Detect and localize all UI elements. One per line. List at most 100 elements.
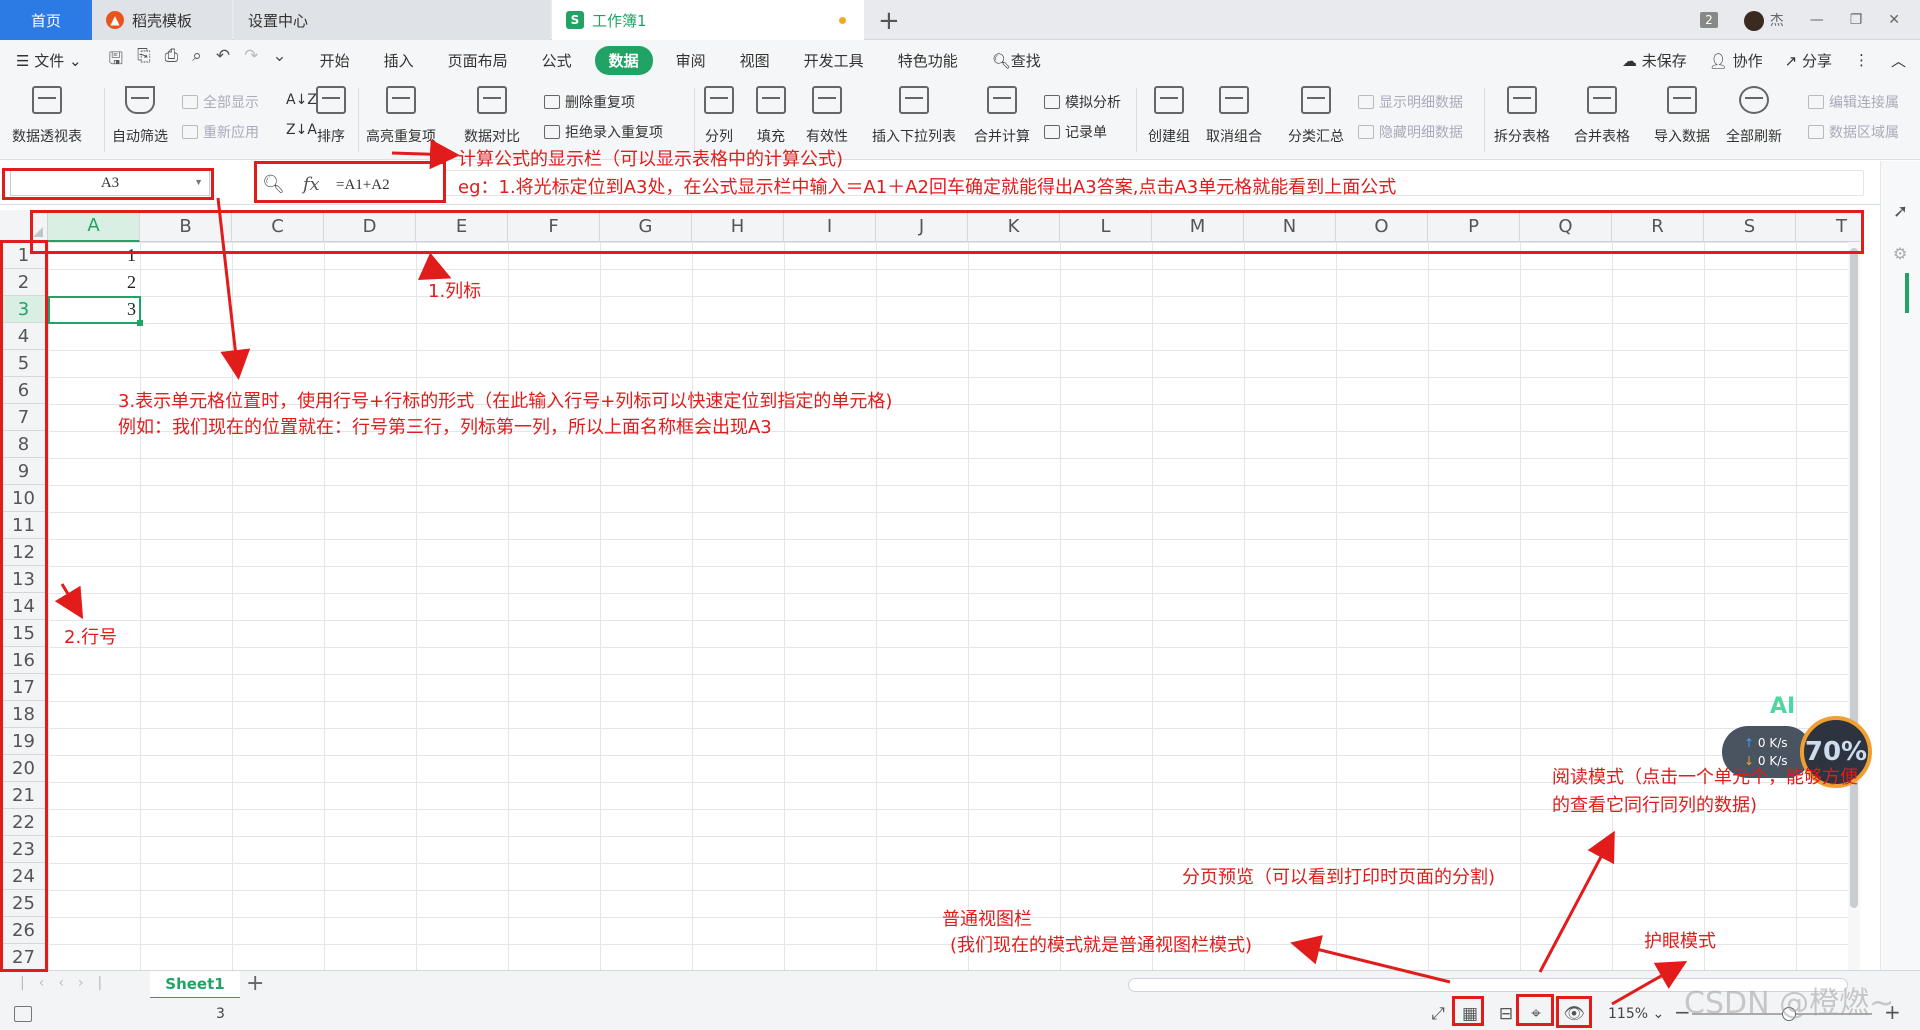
hide-detail-button[interactable]: 隐藏明细数据	[1358, 122, 1463, 142]
consolidate-button[interactable]: 合并计算	[974, 86, 1030, 146]
show-all-button[interactable]: 全部显示	[182, 92, 259, 112]
zoom-level[interactable]: 115% ⌄	[1608, 1006, 1664, 1022]
add-sheet-button[interactable]: +	[246, 971, 264, 996]
ai-badge: AI	[1770, 694, 1796, 719]
split-column-label: 分列	[705, 129, 733, 145]
sort-asc-icon[interactable]: A↓Z	[286, 92, 317, 108]
tab-templates[interactable]: ▲ 稻壳模板	[92, 0, 232, 40]
data-compare-button[interactable]: 数据对比	[464, 86, 520, 146]
merge-table-button[interactable]: 合并表格	[1574, 86, 1630, 146]
settings-slider-icon[interactable]: ⚙	[1893, 244, 1920, 263]
quick-access-toolbar: 🖫 ⎘ ⎙ ⌕ ↶ ↷ ⌄	[109, 46, 287, 75]
new-tab-button[interactable]: +	[878, 6, 900, 36]
share-label: 分享	[1801, 51, 1832, 70]
search-menu[interactable]: 🔍︎查找	[975, 50, 1058, 71]
menu-start[interactable]: 开始	[303, 50, 367, 71]
tab-workbook[interactable]: S 工作簿1	[552, 0, 864, 40]
title-tab-bar: 首页 ▲ 稻壳模板 设置中心 S 工作簿1 + 2 杰 — ❐ ✕	[0, 0, 1920, 40]
ungroup-button[interactable]: 取消组合	[1206, 86, 1262, 146]
collab-button[interactable]: 👤︎ 协作	[1709, 50, 1763, 71]
user-account[interactable]: 杰	[1743, 10, 1784, 31]
save-icon[interactable]: 🖫	[109, 46, 123, 75]
annotation-eye-mode: 护眼模式	[1644, 931, 1716, 952]
menu-developer[interactable]: 开发工具	[787, 50, 881, 71]
annotation-box-normal-view	[1452, 996, 1484, 1026]
more-icon[interactable]: ⋮	[1854, 51, 1869, 69]
share-button[interactable]: ↗ 分享	[1785, 50, 1832, 71]
fill-icon	[756, 86, 786, 114]
tab-templates-label: 稻壳模板	[132, 11, 193, 30]
print-preview-icon[interactable]: ⌕	[192, 46, 202, 75]
show-detail-button[interactable]: 显示明细数据	[1358, 92, 1463, 112]
tab-settings[interactable]: 设置中心	[234, 0, 550, 40]
undo-icon[interactable]: ↶	[216, 46, 230, 75]
import-data-button[interactable]: 导入数据	[1654, 86, 1710, 146]
file-menu[interactable]: ☰ 文件 ⌄	[0, 50, 99, 71]
restore-icon[interactable]: ❐	[1850, 12, 1863, 28]
what-if-button[interactable]: 模拟分析	[1044, 92, 1121, 112]
validity-label: 有效性	[806, 129, 848, 145]
macro-status-icon[interactable]	[14, 1006, 32, 1022]
collab-label: 协作	[1732, 51, 1763, 70]
cell-a2[interactable]: 2	[48, 269, 140, 296]
split-column-button[interactable]: 分列	[704, 86, 734, 146]
tab-home[interactable]: 首页	[0, 0, 92, 40]
status-bar: 3 ⤢ ▦ ⊟ ⌖ 👁︎ 115% ⌄ − +	[0, 998, 1920, 1030]
sort-desc-icon[interactable]: Z↓A	[286, 122, 317, 138]
remove-duplicates-button[interactable]: 删除重复项	[544, 92, 635, 112]
subtotal-button[interactable]: 分类汇总	[1288, 86, 1344, 146]
search-icon: 🔍︎	[991, 51, 1011, 70]
sort-button[interactable]: 排序	[316, 86, 346, 146]
insert-dropdown-button[interactable]: 插入下拉列表	[872, 86, 956, 146]
autofilter-button[interactable]: 自动筛选	[112, 86, 168, 146]
unsaved-status[interactable]: ☁ 未保存	[1622, 50, 1687, 71]
cursor-select-icon[interactable]: ➚	[1893, 201, 1920, 222]
refresh-all-button[interactable]: 全部刷新	[1726, 86, 1782, 146]
data-range-button[interactable]: 数据区域属	[1808, 122, 1899, 142]
what-if-icon	[1044, 95, 1060, 109]
cloud-icon: ☁	[1621, 51, 1637, 70]
cell-area[interactable]	[48, 242, 1860, 970]
menu-features[interactable]: 特色功能	[881, 50, 975, 71]
fill-button[interactable]: 填充	[756, 86, 786, 146]
tab-settings-label: 设置中心	[248, 11, 309, 30]
reject-duplicates-button[interactable]: 拒绝录入重复项	[544, 122, 663, 142]
annotation-normal-view-2: (我们现在的模式就是普通视图栏模式)	[950, 935, 1253, 956]
redo-icon[interactable]: ↷	[244, 46, 258, 75]
sheet-nav-arrows[interactable]: |‹‹›|	[20, 975, 116, 991]
export-icon[interactable]: ⎘	[137, 46, 151, 75]
menu-insert[interactable]: 插入	[367, 50, 431, 71]
subtotal-icon	[1301, 86, 1331, 114]
edit-links-icon	[1808, 95, 1824, 109]
sheet-tab-sheet1[interactable]: Sheet1	[150, 971, 240, 999]
edit-links-button[interactable]: 编辑连接属	[1808, 92, 1899, 112]
annotation-box-reading	[1516, 994, 1554, 1026]
vertical-scrollbar[interactable]	[1848, 242, 1860, 970]
create-group-button[interactable]: 创建组	[1148, 86, 1190, 146]
minimize-icon[interactable]: —	[1810, 12, 1824, 28]
pivot-table-button[interactable]: 数据透视表	[12, 86, 82, 146]
fullscreen-icon[interactable]: ⤢	[1420, 1001, 1456, 1027]
reapply-button[interactable]: 重新应用	[182, 122, 259, 142]
import-data-label: 导入数据	[1654, 129, 1710, 145]
autofilter-label: 自动筛选	[112, 129, 168, 145]
customize-icon[interactable]: ⌄	[272, 46, 286, 75]
vertical-scroll-thumb[interactable]	[1850, 248, 1858, 908]
unsaved-label: 未保存	[1641, 51, 1687, 70]
menu-view[interactable]: 视图	[723, 50, 787, 71]
window-count-badge[interactable]: 2	[1700, 12, 1718, 28]
split-table-button[interactable]: 拆分表格	[1494, 86, 1550, 146]
record-form-button[interactable]: 记录单	[1044, 122, 1107, 142]
collapse-ribbon-icon[interactable]: ︿	[1891, 50, 1906, 71]
record-form-label: 记录单	[1065, 125, 1107, 141]
reject-duplicates-icon	[544, 125, 560, 139]
menu-review[interactable]: 审阅	[659, 50, 723, 71]
highlight-duplicates-button[interactable]: 高亮重复项	[366, 86, 436, 146]
menu-data[interactable]: 数据	[594, 45, 653, 75]
share-icon: ↗	[1784, 51, 1798, 70]
validity-button[interactable]: 有效性	[806, 86, 848, 146]
menu-formula[interactable]: 公式	[525, 50, 589, 71]
menu-page-layout[interactable]: 页面布局	[431, 50, 525, 71]
print-icon[interactable]: ⎙	[165, 46, 179, 75]
close-icon[interactable]: ✕	[1888, 12, 1900, 28]
